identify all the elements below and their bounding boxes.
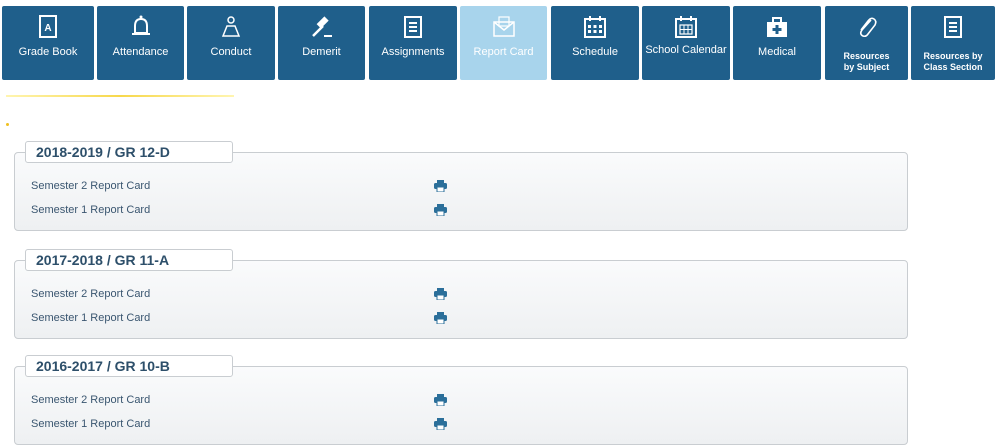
tab-label: Medical — [758, 46, 796, 58]
print-icon[interactable] — [434, 312, 447, 324]
tab-label: Attendance — [112, 46, 169, 58]
tab-label: Schedule — [572, 46, 618, 58]
tab-conduct[interactable]: Conduct — [187, 6, 275, 80]
year-group: 2018-2019 / GR 12-D Semester 2 Report Ca… — [14, 141, 908, 231]
tab-resources-by-class-section[interactable]: Resources by Class Section — [911, 6, 995, 80]
tab-label: Report Card — [473, 46, 534, 58]
tab-report-card[interactable]: Report Card — [460, 6, 547, 80]
envelope-icon — [492, 16, 515, 37]
report-card-link[interactable]: Semester 1 Report Card — [31, 312, 150, 324]
module-tab-bar: A Grade Book Attendance Conduct Demerit … — [0, 0, 995, 85]
tab-grade-book[interactable]: A Grade Book — [2, 6, 94, 80]
year-group-title: 2017-2018 / GR 11-A — [25, 249, 233, 271]
report-card-link[interactable]: Semester 2 Report Card — [31, 288, 150, 300]
year-group: 2016-2017 / GR 10-B Semester 2 Report Ca… — [14, 355, 908, 445]
tab-schedule[interactable]: Schedule — [551, 6, 639, 80]
year-group-title: 2016-2017 / GR 10-B — [25, 355, 233, 377]
conduct-icon — [221, 16, 241, 37]
tab-medical[interactable]: Medical — [733, 6, 821, 80]
year-group-title: 2018-2019 / GR 12-D — [25, 141, 233, 163]
gradebook-icon: A — [39, 15, 57, 38]
tab-label: Assignments — [381, 46, 445, 58]
tab-label: School Calendar — [645, 44, 727, 56]
tab-label: Demerit — [302, 46, 341, 58]
report-card-link[interactable]: Semester 2 Report Card — [31, 180, 150, 192]
tab-demerit[interactable]: Demerit — [278, 6, 365, 80]
print-icon[interactable] — [434, 180, 447, 192]
print-icon[interactable] — [434, 288, 447, 300]
calendar-icon — [584, 16, 606, 38]
print-icon[interactable] — [434, 204, 447, 216]
print-icon[interactable] — [434, 394, 447, 406]
year-group: 2017-2018 / GR 11-A Semester 2 Report Ca… — [14, 249, 908, 339]
tab-label: Resources by Subject — [843, 51, 890, 72]
print-icon[interactable] — [434, 418, 447, 430]
tab-attendance[interactable]: Attendance — [97, 6, 184, 80]
tab-label: Grade Book — [18, 46, 78, 58]
report-card-list: 2018-2019 / GR 12-D Semester 2 Report Ca… — [0, 85, 918, 448]
tab-label: Conduct — [210, 46, 252, 58]
tab-assignments[interactable]: Assignments — [369, 6, 457, 80]
svg-text:A: A — [44, 23, 51, 34]
checklist-icon — [404, 16, 422, 38]
report-card-link[interactable]: Semester 1 Report Card — [31, 204, 150, 216]
medical-kit-icon — [767, 17, 787, 37]
bell-icon — [131, 15, 150, 35]
tab-resources-by-subject[interactable]: Resources by Subject — [825, 6, 908, 80]
gavel-icon — [311, 16, 332, 37]
calendar-grid-icon — [675, 16, 697, 38]
report-card-link[interactable]: Semester 1 Report Card — [31, 418, 150, 430]
report-card-link[interactable]: Semester 2 Report Card — [31, 394, 150, 406]
list-icon — [944, 16, 962, 38]
paperclip-icon — [859, 17, 877, 38]
tab-label: Resources by Class Section — [923, 51, 983, 72]
tab-school-calendar[interactable]: School Calendar — [642, 6, 730, 80]
